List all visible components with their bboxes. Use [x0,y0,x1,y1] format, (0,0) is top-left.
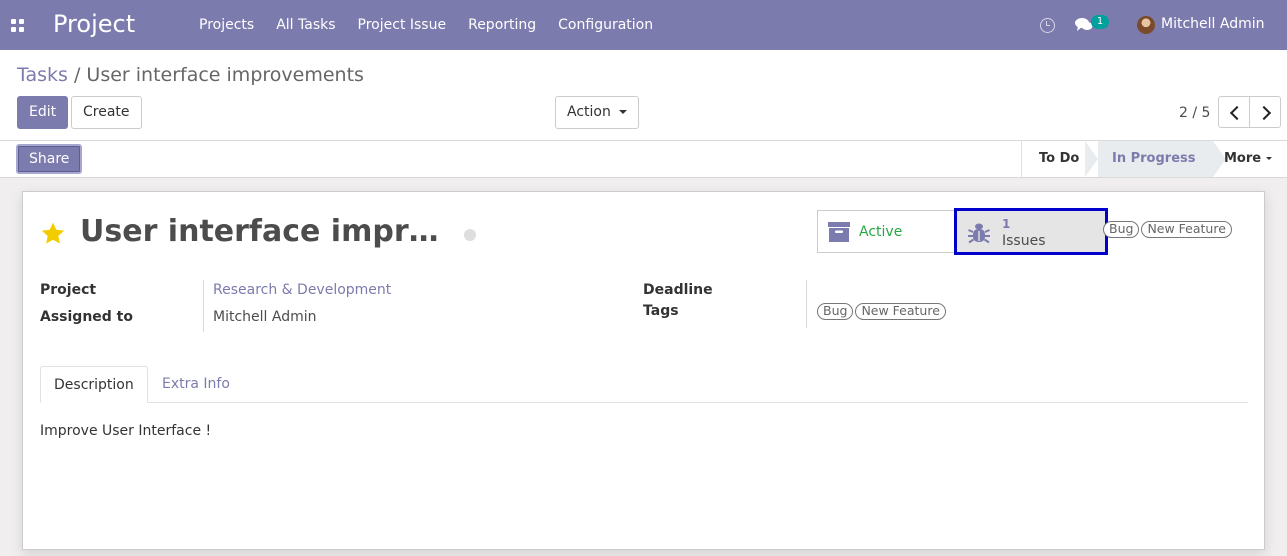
control-panel: Tasks / User interface improvements Edit… [0,50,1287,141]
main-menu: Projects All Tasks Project Issue Reporti… [188,0,664,50]
tag-bug: Bug [817,303,854,320]
field-separator [203,280,204,332]
assigned-to-value[interactable]: Mitchell Admin [213,309,317,325]
pager-previous-button[interactable] [1218,96,1250,128]
tab-extra-info[interactable]: Extra Info [149,366,243,403]
tag-new-feature: New Feature [1141,221,1232,238]
menu-item-projects[interactable]: Projects [188,0,265,50]
tag-new-feature: New Feature [855,303,946,320]
menu-item-configuration[interactable]: Configuration [547,0,664,50]
archive-icon [828,222,850,242]
create-button[interactable]: Create [71,96,142,129]
stage-to-do[interactable]: To Do [1021,141,1085,177]
project-label: Project [40,282,97,298]
issues-label: Issues [1002,233,1046,249]
pager-next-button[interactable] [1249,96,1281,128]
form-sheet: User interface improvements Active 1 Iss… [22,191,1265,550]
issues-smart-button[interactable]: 1 Issues [954,208,1108,255]
header-tag-list: Bug New Feature [1103,221,1234,238]
task-title: User interface improvements [80,214,456,249]
breadcrumb: Tasks / User interface improvements [17,64,364,86]
tab-description[interactable]: Description [40,366,148,403]
menu-item-all-tasks[interactable]: All Tasks [265,0,346,50]
caret-down-icon [1266,157,1273,160]
description-text[interactable]: Improve User Interface ! [40,423,211,439]
stage-in-progress[interactable]: In Progress [1085,141,1226,177]
menu-item-project-issue[interactable]: Project Issue [347,0,458,50]
avatar[interactable] [1137,16,1155,34]
menu-item-reporting[interactable]: Reporting [457,0,547,50]
active-label: Active [859,224,903,240]
chat-counter-badge: 1 [1091,15,1109,29]
status-bar: Share To Do In Progress More [0,141,1287,178]
user-menu-name[interactable]: Mitchell Admin [1161,16,1265,32]
star-icon[interactable] [40,221,66,247]
apps-grid-icon[interactable] [11,19,24,32]
app-title: Project [53,10,136,38]
stage-in-progress-label: In Progress [1112,151,1196,166]
breadcrumb-current: User interface improvements [86,64,364,86]
caret-down-icon [618,110,627,114]
bug-icon [968,223,990,244]
tags-field[interactable]: Bug New Feature [817,303,948,320]
clock-icon[interactable] [1040,18,1055,33]
stage-more-dropdown[interactable]: More [1224,141,1273,177]
action-label: Action [567,104,611,120]
pager-value[interactable]: 2 / 5 [1179,105,1210,121]
action-dropdown[interactable]: Action [555,96,639,129]
edit-button[interactable]: Edit [17,96,69,129]
assigned-to-label: Assigned to [40,309,133,325]
kanban-state-icon[interactable] [464,229,476,241]
top-navbar: Project Projects All Tasks Project Issue… [0,0,1287,50]
project-link[interactable]: Research & Development [213,282,391,298]
tag-bug: Bug [1103,221,1140,238]
tags-label: Tags [643,303,679,319]
deadline-label: Deadline [643,282,713,298]
share-button[interactable]: Share [16,144,83,174]
field-separator [806,280,807,328]
notebook-tabs: Description Extra Info [40,366,1248,403]
active-toggle-button[interactable]: Active [817,210,957,253]
breadcrumb-separator: / [73,64,81,86]
stage-more-label: More [1224,151,1262,166]
issues-count: 1 [1002,217,1011,231]
breadcrumb-tasks-link[interactable]: Tasks [17,64,68,86]
